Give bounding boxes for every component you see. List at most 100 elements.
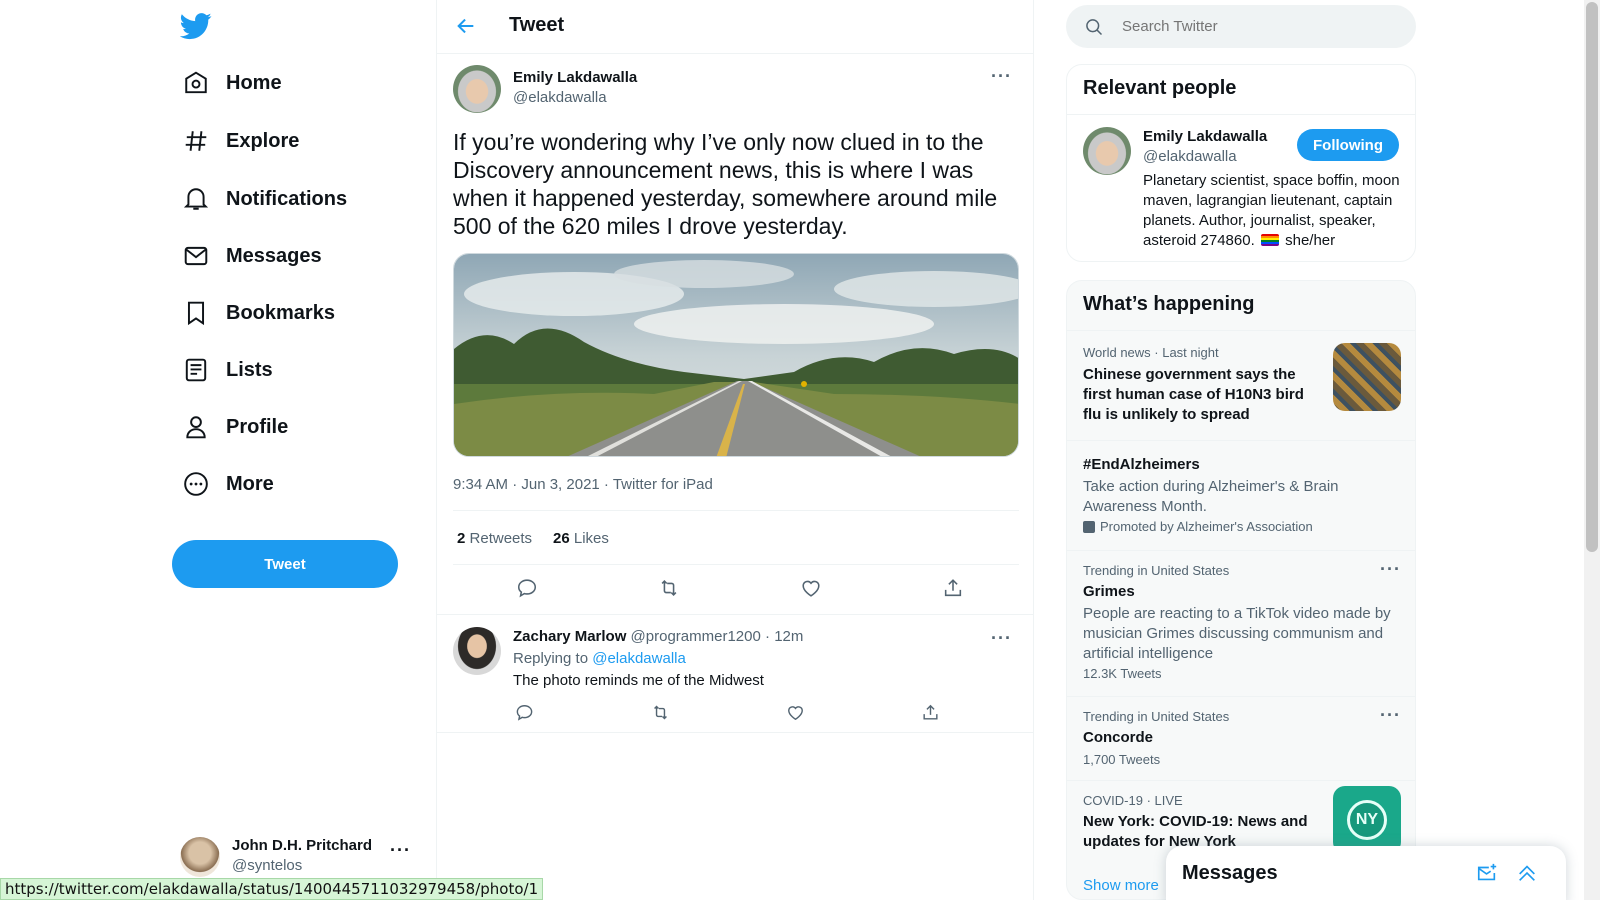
nav-more[interactable]: More: [180, 458, 274, 510]
trend-description: People are reacting to a TikTok video ma…: [1083, 605, 1391, 662]
nav-messages-label: Messages: [226, 244, 322, 267]
trend-meta: World news · Last night: [1083, 345, 1219, 360]
trend-item[interactable]: World news · Last night Chinese governme…: [1067, 330, 1415, 440]
reply-time[interactable]: 12m: [774, 628, 803, 645]
search-bar[interactable]: [1066, 5, 1416, 48]
nav-explore-label: Explore: [226, 129, 300, 152]
back-arrow-icon[interactable]: [455, 15, 477, 37]
account-avatar: [180, 837, 220, 877]
search-icon: [1084, 17, 1104, 37]
trend-more-icon[interactable]: ···: [1380, 559, 1401, 580]
tweet-compose-button[interactable]: Tweet: [172, 540, 398, 588]
page-title: Tweet: [509, 14, 565, 36]
reply-reply-icon[interactable]: [515, 703, 534, 722]
promoted-line: Promoted by Alzheimer's Association: [1083, 519, 1313, 534]
nav-bookmarks-label: Bookmarks: [226, 301, 335, 324]
tweet-more-icon[interactable]: ···: [991, 66, 1012, 87]
trend-meta: COVID-19 · LIVE: [1083, 793, 1183, 808]
search-input[interactable]: [1122, 18, 1392, 35]
bookmark-icon: [180, 297, 212, 329]
retweet-icon[interactable]: [658, 577, 680, 599]
reply-icon[interactable]: [516, 577, 538, 599]
bell-icon: [180, 183, 212, 215]
account-switcher[interactable]: John D.H. Pritchard @syntelos ···: [180, 832, 412, 882]
like-icon[interactable]: [800, 577, 822, 599]
more-circle-icon: [180, 468, 212, 500]
show-more-link[interactable]: Show more: [1083, 877, 1159, 894]
nav-home[interactable]: Home: [180, 57, 282, 109]
nav-bookmarks[interactable]: Bookmarks: [180, 287, 335, 339]
new-message-icon[interactable]: [1476, 862, 1498, 884]
main-column: Tweet Emily Lakdawalla @elakdawalla ··· …: [436, 0, 1034, 900]
reply-more-icon[interactable]: ···: [991, 628, 1012, 649]
tweet-author-name[interactable]: Emily Lakdawalla: [513, 69, 637, 86]
whats-happening-card: What’s happening World news · Last night…: [1066, 280, 1416, 900]
rainbow-flag-icon: [1260, 234, 1279, 246]
reply-share-icon[interactable]: [921, 703, 940, 722]
relevant-people-card: Relevant people Emily Lakdawalla @elakda…: [1066, 64, 1416, 262]
home-icon: [180, 67, 212, 99]
reply-author-handle[interactable]: @programmer1200: [631, 628, 761, 645]
account-more-icon[interactable]: ···: [390, 840, 411, 861]
bio-pronouns: she/her: [1285, 232, 1336, 249]
trend-item[interactable]: Trending in United States ··· Grimes Peo…: [1067, 550, 1415, 696]
browser-status-url: https://twitter.com/elakdawalla/status/1…: [0, 878, 544, 900]
reply-header: Zachary Marlow @programmer1200 · 12m: [513, 628, 804, 645]
covid-ny-badge-label: NY: [1347, 800, 1387, 840]
messages-drawer-title: Messages: [1182, 862, 1278, 884]
tweet-author-handle[interactable]: @elakdawalla: [513, 89, 607, 106]
tweet-text: If you’re wondering why I’ve only now cl…: [453, 129, 998, 239]
messages-drawer[interactable]: Messages: [1166, 846, 1566, 900]
replying-prefix: Replying to: [513, 650, 589, 667]
tweet-timestamp[interactable]: 9:34 AM · Jun 3, 2021 · Twitter for iPad: [453, 476, 713, 493]
reply-text: The photo reminds me of the Midwest: [513, 672, 764, 689]
nav-more-label: More: [226, 472, 274, 495]
trend-more-icon[interactable]: ···: [1380, 705, 1401, 726]
relevant-person-bio: Planetary scientist, space boffin, moon …: [1143, 171, 1405, 251]
reply-like-icon[interactable]: [786, 703, 805, 722]
reply-retweet-icon[interactable]: [651, 703, 670, 722]
trend-title: Chinese government says the first human …: [1083, 366, 1304, 423]
reply-author-name[interactable]: Zachary Marlow: [513, 628, 626, 645]
relevant-person-avatar[interactable]: [1083, 127, 1131, 175]
nav-notifications[interactable]: Notifications: [180, 173, 347, 225]
relevant-people-title: Relevant people: [1083, 77, 1237, 99]
covid-ny-badge: NY: [1333, 786, 1401, 854]
nav-lists[interactable]: Lists: [180, 344, 273, 396]
replying-to-link[interactable]: @elakdawalla: [592, 650, 686, 667]
envelope-icon: [180, 240, 212, 272]
tweet-photo[interactable]: [453, 253, 1019, 457]
relevant-person-name[interactable]: Emily Lakdawalla: [1143, 128, 1267, 145]
likes-label: Likes: [573, 530, 609, 547]
likes-stat[interactable]: 26 Likes: [553, 530, 609, 547]
nav-explore[interactable]: Explore: [180, 115, 299, 167]
promoted-icon: [1083, 520, 1095, 533]
scrollbar-thumb[interactable]: [1586, 2, 1598, 552]
whats-happening-title: What’s happening: [1083, 293, 1255, 315]
promoted-text: Promoted by Alzheimer's Association: [1100, 519, 1313, 534]
trend-title: Concorde: [1083, 729, 1154, 746]
nav-notifications-label: Notifications: [226, 187, 348, 210]
trend-thumbnail: [1333, 343, 1401, 411]
person-icon: [180, 411, 212, 443]
following-button[interactable]: Following: [1297, 129, 1399, 161]
retweets-count: 2: [457, 530, 466, 547]
trend-item[interactable]: Trending in United States ··· Concorde 1…: [1067, 696, 1415, 780]
retweets-stat[interactable]: 2 Retweets: [457, 530, 532, 547]
account-name: John D.H. Pritchard: [232, 837, 373, 854]
trend-meta: Trending in United States: [1083, 563, 1230, 578]
expand-chevron-icon[interactable]: [1516, 862, 1538, 884]
trend-item[interactable]: #EndAlzheimers Take action during Alzhei…: [1067, 440, 1415, 550]
twitter-logo-icon[interactable]: [180, 10, 212, 42]
page-scrollbar[interactable]: [1584, 0, 1600, 900]
tweet-author-avatar[interactable]: [453, 65, 501, 113]
reply-author-avatar[interactable]: [453, 627, 501, 675]
nav-profile-label: Profile: [226, 415, 289, 438]
trend-meta: Trending in United States: [1083, 709, 1230, 724]
relevant-person-handle[interactable]: @elakdawalla: [1143, 148, 1237, 165]
nav-profile[interactable]: Profile: [180, 401, 288, 453]
trend-title: Grimes: [1083, 583, 1135, 600]
trend-description: Take action during Alzheimer's & Brain A…: [1083, 478, 1339, 515]
share-icon[interactable]: [942, 577, 964, 599]
nav-messages[interactable]: Messages: [180, 230, 322, 282]
